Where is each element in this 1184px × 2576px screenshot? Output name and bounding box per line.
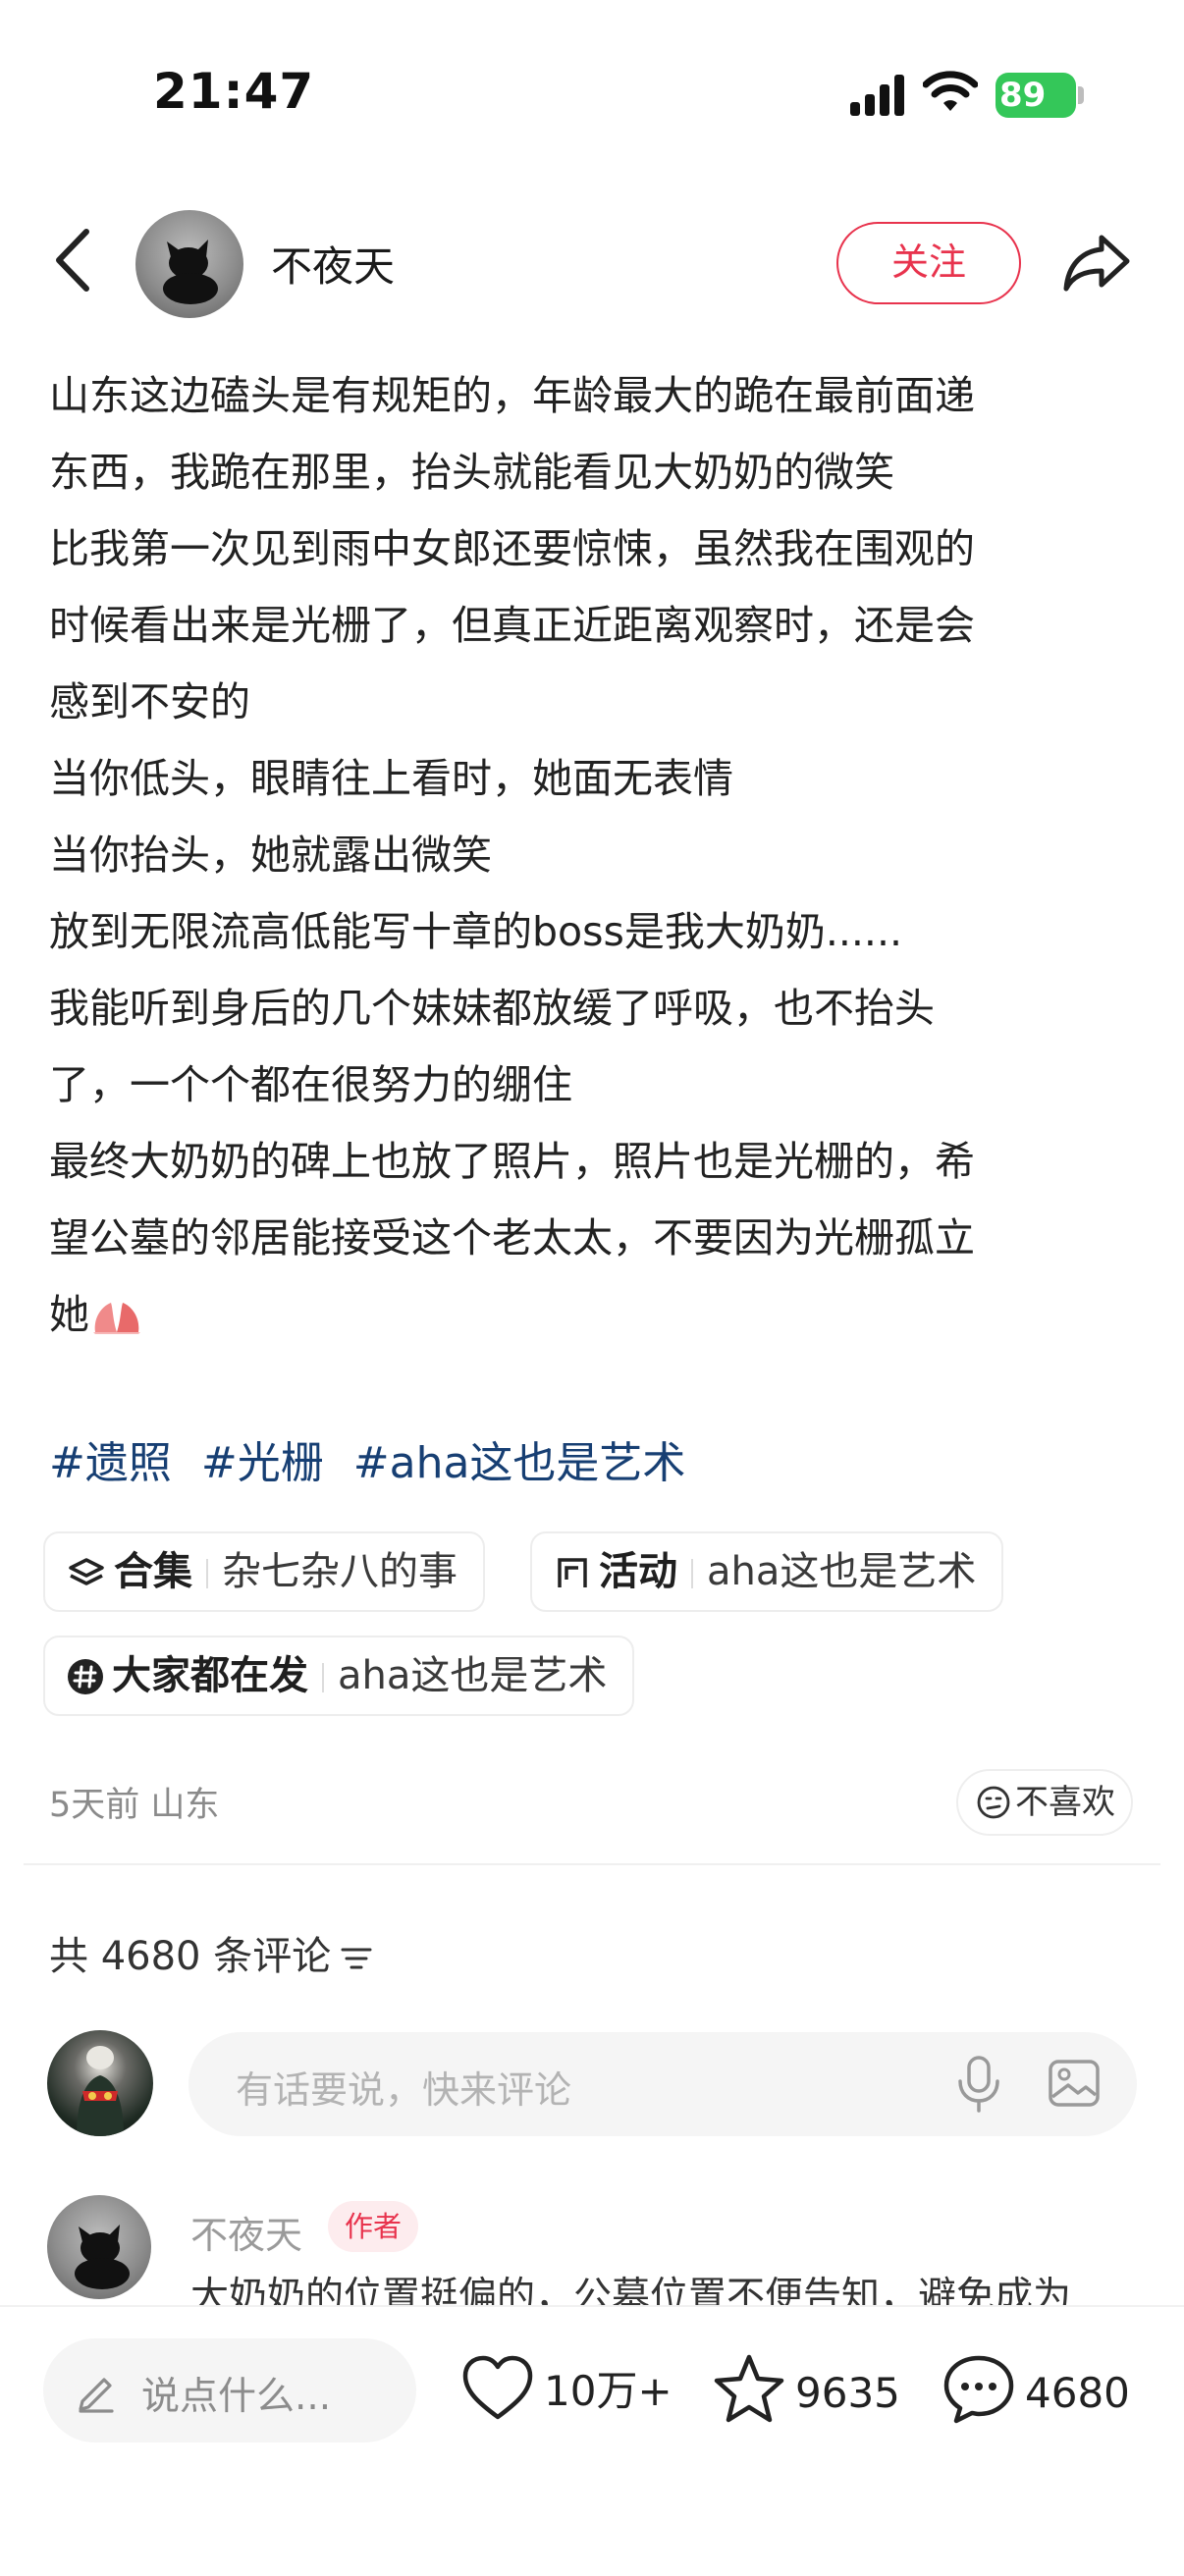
hashtag-list: #遗照 #光栅 #aha这也是艺术: [49, 1427, 701, 1490]
microphone-icon[interactable]: [952, 2054, 1005, 2115]
user-avatar-image: [77, 2046, 124, 2136]
post-line: 了，一个个都在很努力的绷住: [49, 1061, 572, 1108]
post-line-last: 她: [49, 1276, 1139, 1353]
author-name[interactable]: 不夜天: [271, 234, 395, 294]
post-line: 时候看出来是光栅了，但真正近距离观察时，还是会: [49, 602, 975, 649]
say-placeholder: 说点什么...: [141, 2375, 332, 2419]
sort-icon: [341, 1948, 372, 1969]
activity-chip[interactable]: 活动 aha这也是艺术: [530, 1531, 1004, 1612]
post-line-text: 她: [49, 1291, 89, 1338]
activity-icon: [558, 1558, 587, 1587]
meh-face-icon: [977, 1786, 1010, 1819]
post-line: 当你低头，眼睛往上看时，她面无表情: [49, 755, 733, 802]
star-icon: [714, 2354, 784, 2423]
chat-bubble-icon: [943, 2355, 1014, 2424]
chip-divider: [322, 1663, 324, 1692]
battery-level: 89: [999, 76, 1047, 115]
praying-hands-emoji-icon: [93, 1303, 140, 1334]
battery-indicator: 89: [996, 73, 1076, 118]
chip-label: 合集: [114, 1549, 192, 1594]
cellular-signal-icon: [850, 75, 904, 116]
post-line: 山东这边磕头是有规矩的，年龄最大的跪在最前面递: [49, 372, 975, 419]
hashtag[interactable]: #遗照: [49, 1438, 172, 1488]
black-cat-image: [75, 2225, 130, 2289]
like-count: 10万+: [544, 2367, 673, 2415]
post-line: 比我第一次见到雨中女郎还要惊悚，虽然我在围观的: [49, 525, 975, 572]
post-time-location: 5天前 山东: [49, 1786, 220, 1825]
hashtag[interactable]: #aha这也是艺术: [353, 1438, 686, 1488]
hashtag[interactable]: #光栅: [201, 1438, 324, 1488]
post-content: 山东这边磕头是有规矩的，年龄最大的跪在最前面递 东西，我跪在那里，抬头就能看见大…: [49, 357, 1139, 1353]
back-icon[interactable]: [47, 226, 100, 295]
favorite-count: 9635: [795, 2369, 900, 2417]
dislike-label: 不喜欢: [1015, 1783, 1115, 1822]
share-icon[interactable]: [1060, 228, 1133, 296]
comment-count: 4680: [1025, 2369, 1130, 2417]
collection-chip[interactable]: 合集 杂七杂八的事: [43, 1531, 485, 1612]
chip-value: aha这也是艺术: [338, 1653, 608, 1698]
comment-input-placeholder: 有话要说，快来评论: [236, 2068, 572, 2112]
say-something-input[interactable]: 说点什么...: [43, 2338, 416, 2442]
chip-divider: [691, 1559, 693, 1588]
like-button[interactable]: 10万+: [459, 2352, 673, 2431]
chip-divider: [206, 1559, 208, 1588]
favorite-button[interactable]: 9635: [711, 2352, 900, 2431]
image-icon[interactable]: [1047, 2056, 1102, 2111]
chip-label: 活动: [599, 1549, 677, 1594]
comment-count-header[interactable]: 共 4680 条评论: [49, 1924, 374, 1981]
post-line: 最终大奶奶的碑上也放了照片，照片也是光栅的，希: [49, 1138, 975, 1185]
status-time: 21:47: [153, 63, 315, 120]
chip-value: 杂七杂八的事: [222, 1549, 457, 1594]
comment-count-label: 共 4680 条评论: [49, 1934, 332, 1979]
post-line: 放到无限流高低能写十章的boss是我大奶奶......: [49, 908, 903, 955]
commenter-avatar[interactable]: [47, 2195, 151, 2299]
commenter-name[interactable]: 不夜天: [190, 2205, 302, 2259]
author-badge: 作者: [328, 2201, 418, 2252]
user-avatar[interactable]: [47, 2030, 153, 2136]
post-line: 感到不安的: [49, 678, 250, 725]
divider: [24, 1863, 1160, 1865]
layers-icon: [69, 1558, 104, 1585]
post-line: 我能听到身后的几个妹妹都放缓了呼吸，也不抬头: [49, 985, 935, 1032]
heart-icon: [462, 2355, 533, 2420]
chip-value: aha这也是艺术: [707, 1549, 977, 1594]
post-line: 当你抬头，她就露出微笑: [49, 832, 492, 879]
battery-tip: [1078, 86, 1084, 104]
comment-button[interactable]: 4680: [941, 2352, 1130, 2431]
trending-chip[interactable]: 大家都在发 aha这也是艺术: [43, 1636, 635, 1716]
dislike-button[interactable]: 不喜欢: [956, 1769, 1133, 1836]
wifi-icon: [923, 71, 978, 111]
post-line: 东西，我跪在那里，抬头就能看见大奶奶的微笑: [49, 449, 894, 496]
hash-icon: [68, 1659, 103, 1694]
pencil-icon: [79, 2378, 114, 2413]
black-cat-image: [163, 240, 218, 304]
chip-label: 大家都在发: [112, 1653, 308, 1698]
follow-button[interactable]: 关注: [836, 222, 1021, 304]
post-line: 望公墓的邻居能接受这个老太太，不要因为光栅孤立: [49, 1214, 975, 1261]
author-avatar[interactable]: [135, 210, 243, 318]
